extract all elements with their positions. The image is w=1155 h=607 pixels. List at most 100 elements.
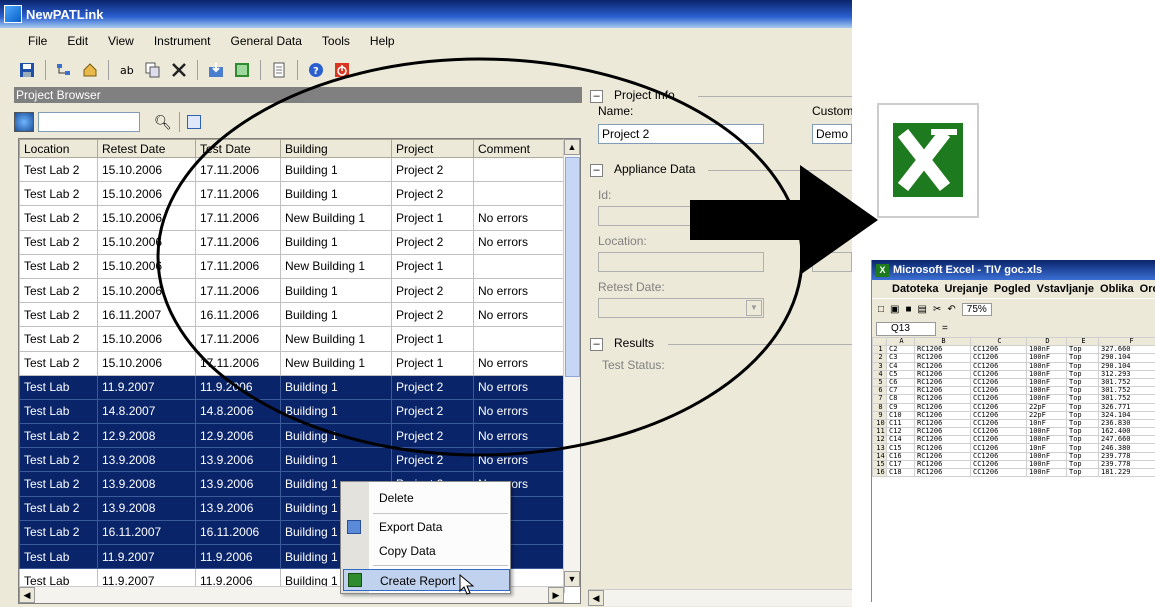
excel-cell[interactable]: 10nF xyxy=(1026,418,1067,429)
table-row[interactable]: Test Lab 2 15.10.2006 17.11.2006 New Buildi… xyxy=(19,205,565,231)
filter-icon[interactable] xyxy=(186,115,201,129)
excel-cell[interactable]: CC1206 xyxy=(970,435,1027,445)
excel-row-number[interactable]: 4 xyxy=(872,369,887,379)
excel-column-header[interactable]: E xyxy=(1066,336,1099,347)
menu-item-create-report[interactable]: Create Report xyxy=(343,569,510,591)
excel-cell[interactable]: Top xyxy=(1066,345,1099,355)
excel-cell[interactable]: Top xyxy=(1066,377,1099,388)
excel-cell[interactable]: RC1206 xyxy=(914,467,971,478)
excel-cell[interactable]: Top xyxy=(1066,418,1099,429)
excel-column-header[interactable]: B xyxy=(914,336,971,347)
excel-cell[interactable]: 100nF xyxy=(1026,361,1067,371)
scroll-left-icon[interactable]: ◀ xyxy=(588,590,604,606)
excel-row-number[interactable]: 14 xyxy=(872,451,887,461)
scroll-down-icon[interactable]: ▼ xyxy=(564,571,580,587)
table-row[interactable]: Test Lab 2 15.10.2006 17.11.2006 New Buildi… xyxy=(19,253,565,279)
search-input[interactable] xyxy=(38,112,140,132)
excel-cell[interactable]: 324.104 xyxy=(1098,410,1155,420)
excel-cell[interactable]: 100nF xyxy=(1026,386,1067,396)
table-row[interactable]: Test Lab 2 15.10.2006 17.11.2006 Building 1… xyxy=(19,229,565,255)
globe-icon[interactable] xyxy=(14,112,34,132)
excel-cell[interactable]: 239.778 xyxy=(1098,459,1155,470)
excel-cell[interactable]: 100nF xyxy=(1026,353,1067,363)
excel-cell[interactable]: Top xyxy=(1066,369,1099,379)
excel-cell[interactable]: CC1206 xyxy=(970,353,1027,363)
open-icon[interactable]: ▣ xyxy=(890,304,899,315)
excel-row-number[interactable]: 2 xyxy=(872,353,887,363)
menu-general-data[interactable]: General Data xyxy=(221,34,312,48)
excel-column-header[interactable]: A xyxy=(886,336,915,347)
excel-row-number[interactable]: 5 xyxy=(872,377,887,388)
excel-cell[interactable]: Top xyxy=(1066,459,1099,470)
help-icon[interactable]: ? xyxy=(305,59,327,81)
excel-cell[interactable]: C3 xyxy=(886,353,915,363)
excel-column-header[interactable]: F xyxy=(1098,336,1155,347)
excel-column-header[interactable] xyxy=(872,336,887,347)
excel-cell[interactable]: CC1206 xyxy=(970,418,1027,429)
excel-cell[interactable]: CC1206 xyxy=(970,451,1027,461)
excel-cell[interactable]: 327.660 xyxy=(1098,345,1155,355)
excel-cell[interactable]: 100nF xyxy=(1026,467,1067,478)
excel-row-number[interactable]: 8 xyxy=(872,402,887,412)
binoculars-icon[interactable]: 🔍︎ xyxy=(154,114,172,131)
excel-row-number[interactable]: 16 xyxy=(872,467,887,478)
excel-cell[interactable]: 326.771 xyxy=(1098,402,1155,412)
excel-cell[interactable]: CC1206 xyxy=(970,427,1027,437)
delete-icon[interactable] xyxy=(168,59,190,81)
col-header-comment[interactable]: Comment xyxy=(473,139,565,158)
excel-cell[interactable]: RC1206 xyxy=(914,402,971,412)
excel-row-number[interactable]: 10 xyxy=(872,418,887,429)
menu-item-export-data[interactable]: Export Data xyxy=(369,516,510,538)
menu-item-copy-data[interactable]: Copy Data xyxy=(369,540,510,562)
excel-menu-orodja[interactable]: Orodj xyxy=(1140,283,1155,295)
col-header-building[interactable]: Building xyxy=(280,139,392,158)
excel-cell[interactable]: 100nF xyxy=(1026,459,1067,470)
excel-cell[interactable]: RC1206 xyxy=(914,361,971,371)
excel-cell[interactable]: RC1206 xyxy=(914,418,971,429)
table-row[interactable]: Test Lab 2 12.9.2008 12.9.2006 Building 1 Pr… xyxy=(19,423,565,449)
excel-cell[interactable]: RC1206 xyxy=(914,369,971,379)
excel-cell[interactable]: RC1206 xyxy=(914,394,971,404)
excel-cell[interactable]: C17 xyxy=(886,459,915,470)
excel-cell[interactable]: 100nF xyxy=(1026,369,1067,379)
excel-icon[interactable] xyxy=(231,59,253,81)
tree-icon[interactable] xyxy=(53,59,75,81)
excel-cell[interactable]: C5 xyxy=(886,369,915,379)
collapse-icon[interactable]: – xyxy=(590,338,603,351)
cut-icon[interactable]: ✂ xyxy=(933,304,941,315)
table-row[interactable]: Test Lab 2 15.10.2006 17.11.2006 Building 1… xyxy=(19,181,565,207)
excel-cell[interactable]: C15 xyxy=(886,443,915,453)
excel-cell[interactable]: CC1206 xyxy=(970,345,1027,355)
customer-field[interactable]: Demo xyxy=(812,124,852,144)
excel-cell[interactable]: C14 xyxy=(886,435,915,445)
table-row[interactable]: Test Lab 2 15.10.2006 17.11.2006 Building 1… xyxy=(19,156,565,183)
excel-cell[interactable]: C2 xyxy=(886,345,915,355)
excel-cell[interactable]: CC1206 xyxy=(970,443,1027,453)
excel-cell[interactable]: 22pF xyxy=(1026,410,1067,420)
excel-menu-datoteka[interactable]: Datoteka xyxy=(892,283,938,295)
excel-row-number[interactable]: 7 xyxy=(872,394,887,404)
menu-view[interactable]: View xyxy=(98,34,144,48)
collapse-icon[interactable]: – xyxy=(590,164,603,177)
equals-icon[interactable]: = xyxy=(942,323,948,334)
menu-help[interactable]: Help xyxy=(360,34,405,48)
excel-cell[interactable]: 301.752 xyxy=(1098,386,1155,396)
excel-cell[interactable]: CC1206 xyxy=(970,467,1027,478)
excel-cell[interactable]: RC1206 xyxy=(914,459,971,470)
excel-cell[interactable]: 246.380 xyxy=(1098,443,1155,453)
excel-cell[interactable]: 247.660 xyxy=(1098,435,1155,445)
zoom-select[interactable]: 75% xyxy=(961,303,992,316)
excel-cell[interactable]: 100nF xyxy=(1026,427,1067,437)
table-row[interactable]: Test Lab 2 15.10.2006 17.11.2006 New Buildi… xyxy=(19,350,565,376)
excel-cell[interactable]: C6 xyxy=(886,377,915,388)
excel-cell[interactable]: Top xyxy=(1066,361,1099,371)
excel-cell[interactable]: CC1206 xyxy=(970,394,1027,404)
excel-cell[interactable]: C4 xyxy=(886,361,915,371)
undo-icon[interactable]: ↶ xyxy=(947,304,955,315)
excel-cell[interactable]: C7 xyxy=(886,386,915,396)
excel-cell[interactable]: CC1206 xyxy=(970,377,1027,388)
excel-row-number[interactable]: 12 xyxy=(872,435,887,445)
excel-cell[interactable]: 162.400 xyxy=(1098,427,1155,437)
excel-cell[interactable]: 301.752 xyxy=(1098,394,1155,404)
print-icon[interactable]: ▤ xyxy=(918,304,927,315)
